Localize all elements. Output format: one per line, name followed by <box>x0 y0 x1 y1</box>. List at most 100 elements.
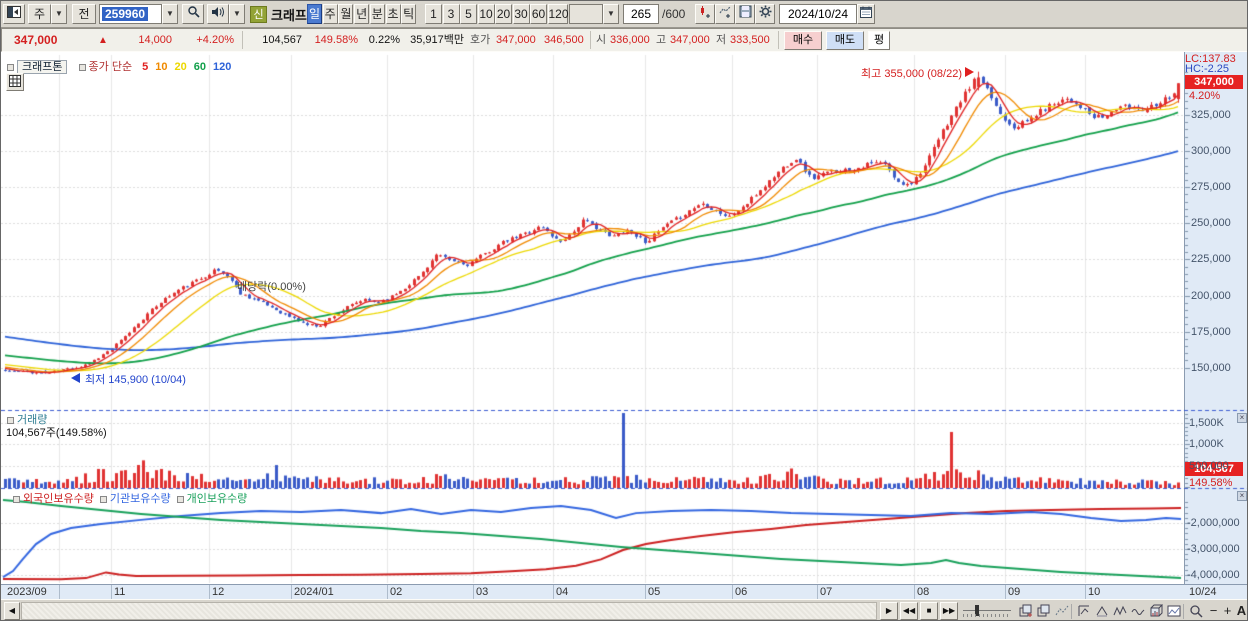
tab-초[interactable]: 초 <box>385 4 401 24</box>
compare-chart-add-button[interactable] <box>1017 603 1034 620</box>
period-combo-value[interactable]: 주 <box>28 4 51 24</box>
stock-code-input[interactable]: 259960 <box>99 4 162 24</box>
ownership-axis-label: -2,000,000 <box>1187 517 1240 529</box>
x-axis-tick <box>1005 585 1006 600</box>
interval-button-30[interactable]: 30 <box>512 4 530 24</box>
period-combo-dropdown-icon[interactable]: ▼ <box>51 4 67 24</box>
zoom-tool-button[interactable] <box>1187 603 1204 620</box>
extra-interval-combo[interactable] <box>569 4 603 24</box>
crosshair-tool-button[interactable] <box>1075 603 1092 620</box>
interval-button-20[interactable]: 20 <box>495 4 512 24</box>
forward-button[interactable]: ▶▶ <box>940 602 958 620</box>
scroll-left-button[interactable]: ◀ <box>4 602 20 620</box>
hoga-label: 호가 <box>470 34 491 46</box>
stock-code-dropdown-icon[interactable]: ▼ <box>162 4 178 24</box>
x-axis-tick <box>291 585 292 600</box>
ask-price: 347,000 <box>496 34 536 46</box>
sell-button[interactable]: 매도 <box>826 31 864 50</box>
close-ownership-pane-button[interactable]: × <box>1237 491 1247 501</box>
x-axis-label: 2024/01 <box>294 586 334 598</box>
trading-chart-window: 주 ▼ 전 259960 ▼ ▼ 신 크래프톤 ▼ 265 /600 2024/… <box>0 0 1248 621</box>
interval-button-60[interactable]: 60 <box>530 4 547 24</box>
x-axis-label: 02 <box>390 586 403 598</box>
tab-분[interactable]: 분 <box>369 4 385 24</box>
price-axis-label: 175,000 <box>1191 325 1231 338</box>
open-label: 시 <box>596 34 607 46</box>
interval-button-5[interactable]: 5 <box>460 4 477 24</box>
ma-5-legend: 5 <box>142 61 149 73</box>
add-candle-tool-button[interactable] <box>695 4 715 24</box>
tab-년[interactable]: 년 <box>354 4 370 24</box>
stock-legend-label: 크래프톤 <box>17 60 68 74</box>
legend-chip-icon[interactable] <box>99 495 107 503</box>
sound-button[interactable] <box>207 4 229 24</box>
rewind-button[interactable]: ◀◀ <box>900 602 918 620</box>
interval-button-120[interactable]: 120 <box>547 4 569 24</box>
play-button[interactable]: ▶ <box>880 602 898 620</box>
low-price: 333,500 <box>730 34 770 46</box>
trendline-mode-button[interactable] <box>1053 603 1070 620</box>
date-input[interactable]: 2024/10/24 <box>779 4 857 24</box>
volume-ratio: 149.58% <box>314 34 358 46</box>
ma-60-legend: 60 <box>193 61 207 73</box>
sound-dropdown-icon[interactable]: ▼ <box>229 4 245 24</box>
close-volume-pane-button[interactable]: × <box>1237 413 1247 423</box>
ownership-legend-label: 외국인보유수량 <box>23 493 94 505</box>
bar-count-input[interactable]: 265 <box>623 4 659 24</box>
add-line-tool-button[interactable] <box>715 4 735 24</box>
speaker-icon <box>212 7 224 17</box>
chart-settings-button[interactable] <box>755 4 775 24</box>
current-change-axis-label: 4.20% <box>1189 90 1221 102</box>
legend-chip-icon[interactable] <box>7 63 14 71</box>
legend-chip-icon[interactable] <box>13 495 20 503</box>
interval-button-1[interactable]: 1 <box>425 4 442 24</box>
interval-button-10[interactable]: 10 <box>477 4 495 24</box>
price-axis-label: 250,000 <box>1191 217 1231 230</box>
calendar-button[interactable] <box>857 4 875 24</box>
peak-tool-button[interactable] <box>1093 603 1110 620</box>
quote-bar: 347,000 ▲ 14,000 +4.20% 104,567 149.58% … <box>1 28 1247 52</box>
tab-일[interactable]: 일 <box>307 4 322 24</box>
ownership-pane-legend: 외국인보유수량 기관보유수량 개인보유수량 <box>7 490 247 506</box>
window-select-button[interactable] <box>3 4 25 24</box>
grid-toggle-button[interactable] <box>6 73 24 91</box>
legend-chip-icon[interactable] <box>7 416 14 424</box>
tab-틱[interactable]: 틱 <box>401 4 417 24</box>
chart-image-button[interactable] <box>1165 603 1182 620</box>
ma-20-legend: 20 <box>174 61 187 73</box>
x-axis-tick <box>59 585 60 600</box>
stock-search-button[interactable] <box>182 4 204 24</box>
tab-주[interactable]: 주 <box>322 4 338 24</box>
price-axis-label: 275,000 <box>1191 181 1231 194</box>
text-tool-button[interactable]: A <box>1233 603 1247 620</box>
tab-월[interactable]: 월 <box>338 4 354 24</box>
bid-price: 346,500 <box>544 34 584 46</box>
volume-cube-button[interactable] <box>1147 603 1164 620</box>
previous-stock-button[interactable]: 전 <box>72 4 96 24</box>
cascade-windows-button[interactable] <box>1035 603 1052 620</box>
extra-interval-dropdown-icon[interactable]: ▼ <box>603 4 619 24</box>
high-arrow-icon <box>965 67 974 80</box>
volume-axis-label: 500,000 <box>1189 459 1229 472</box>
wave-tool-button[interactable] <box>1129 603 1146 620</box>
save-chart-button[interactable] <box>735 4 755 24</box>
chart-scrollbar-track[interactable] <box>21 602 877 620</box>
save-icon <box>739 5 751 18</box>
speed-slider-track[interactable] <box>963 610 1011 611</box>
divider <box>778 31 779 49</box>
x-axis-tick <box>111 585 112 600</box>
x-axis-label: 07 <box>820 586 833 598</box>
price-axis-label: 225,000 <box>1191 253 1231 266</box>
x-axis-label: 05 <box>648 586 661 598</box>
buy-button[interactable]: 매수 <box>784 31 822 50</box>
legend-chip-icon[interactable] <box>176 495 184 503</box>
interval-button-3[interactable]: 3 <box>442 4 460 24</box>
volume-current-text: 104,567주(149.58%) <box>6 427 107 439</box>
avg-button[interactable]: 평 <box>868 31 890 50</box>
zigzag-tool-button[interactable] <box>1111 603 1128 620</box>
stop-button[interactable]: ■ <box>920 602 938 620</box>
low-annotation: 최저 145,900 (10/04) <box>85 374 186 386</box>
legend-chip-icon[interactable] <box>78 63 86 71</box>
up-triangle-icon: ▲ <box>98 35 108 46</box>
x-axis-tick <box>817 585 818 600</box>
